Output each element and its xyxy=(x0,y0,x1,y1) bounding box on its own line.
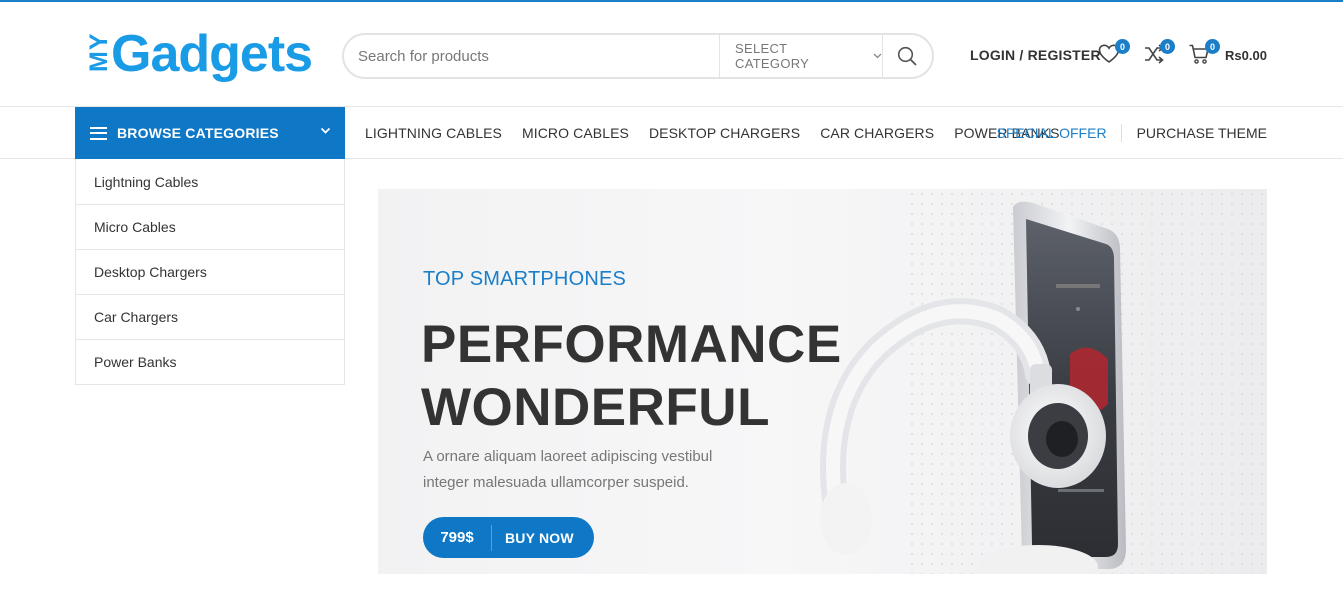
category-item-lightning-cables[interactable]: Lightning Cables xyxy=(76,159,344,204)
nav-links: LIGHTNING CABLES MICRO CABLES DESKTOP CH… xyxy=(355,107,1070,159)
menu-icon xyxy=(90,126,107,140)
category-select-label: SELECT CATEGORY xyxy=(735,41,810,71)
nav-right-links: SPECIAL OFFER PURCHASE THEME xyxy=(997,107,1267,159)
banner-title: PERFORMANCE WONDERFUL xyxy=(421,313,842,439)
cart-count-badge: 0 xyxy=(1205,39,1220,54)
nav-link-purchase-theme[interactable]: PURCHASE THEME xyxy=(1122,125,1267,141)
chevron-down-icon xyxy=(873,50,882,62)
category-item-power-banks[interactable]: Power Banks xyxy=(76,339,344,384)
search-icon xyxy=(897,46,917,66)
wishlist-count-badge: 0 xyxy=(1115,39,1130,54)
compare-count-badge: 0 xyxy=(1160,39,1175,54)
login-register-link[interactable]: LOGIN / REGISTER xyxy=(970,47,1101,63)
cart-total[interactable]: Rs0.00 xyxy=(1225,48,1267,63)
category-menu: Lightning Cables Micro Cables Desktop Ch… xyxy=(75,159,345,385)
main-nav: BROWSE CATEGORIES LIGHTNING CABLES MICRO… xyxy=(0,107,1343,159)
category-item-desktop-chargers[interactable]: Desktop Chargers xyxy=(76,249,344,294)
cart-button[interactable]: 0 xyxy=(1188,39,1220,67)
category-select[interactable]: SELECT CATEGORY xyxy=(719,35,883,77)
buy-now-label: BUY NOW xyxy=(505,529,574,546)
browse-categories-label: BROWSE CATEGORIES xyxy=(117,125,279,141)
banner-price: 799$ xyxy=(423,524,492,551)
browse-categories-button[interactable]: BROWSE CATEGORIES xyxy=(75,107,345,159)
site-logo[interactable]: MY Gadgets xyxy=(80,20,325,86)
search-input[interactable] xyxy=(358,35,718,77)
compare-button[interactable]: 0 xyxy=(1143,39,1175,67)
hero-banner: TOP SMARTPHONES PERFORMANCE WONDERFUL A … xyxy=(378,189,1267,574)
buy-now-button[interactable]: 799$ BUY NOW xyxy=(423,517,594,558)
nav-link-car-chargers[interactable]: CAR CHARGERS xyxy=(810,125,944,141)
chevron-down-icon xyxy=(320,127,331,134)
nav-link-lightning-cables[interactable]: LIGHTNING CABLES xyxy=(355,125,512,141)
nav-link-special-offer[interactable]: SPECIAL OFFER xyxy=(997,124,1122,142)
banner-subtitle: TOP SMARTPHONES xyxy=(423,268,627,290)
logo-prefix: MY xyxy=(85,33,113,73)
logo-graphic: MY Gadgets xyxy=(85,25,313,83)
search-bar: SELECT CATEGORY xyxy=(342,33,934,79)
banner-title-line-1: PERFORMANCE xyxy=(421,315,842,374)
banner-description: A ornare aliquam laoreet adipiscing vest… xyxy=(423,448,713,491)
wishlist-button[interactable]: 0 xyxy=(1098,39,1130,67)
nav-link-desktop-chargers[interactable]: DESKTOP CHARGERS xyxy=(639,125,810,141)
category-item-micro-cables[interactable]: Micro Cables xyxy=(76,204,344,249)
site-header: MY Gadgets SELECT CATEGORY LOGIN / REGIS… xyxy=(0,2,1343,107)
banner-product-image xyxy=(808,189,1138,574)
logo-name: Gadgets xyxy=(111,25,312,83)
nav-link-micro-cables[interactable]: MICRO CABLES xyxy=(512,125,639,141)
search-button[interactable] xyxy=(882,35,932,77)
category-item-car-chargers[interactable]: Car Chargers xyxy=(76,294,344,339)
banner-title-line-2: WONDERFUL xyxy=(421,378,770,437)
